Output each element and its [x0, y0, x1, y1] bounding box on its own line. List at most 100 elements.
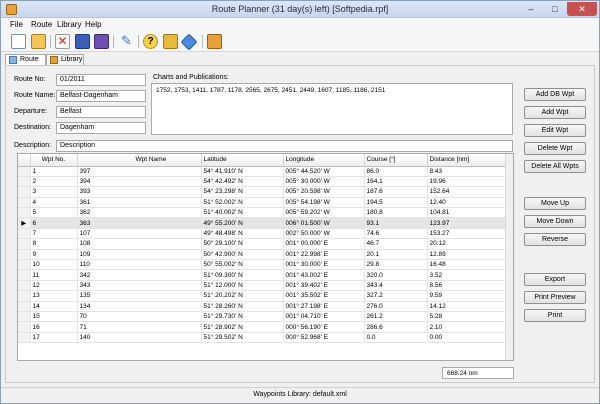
minimize-button[interactable]: – [519, 2, 543, 16]
menu-file[interactable]: File [10, 20, 23, 29]
table-row[interactable]: 8 108 50° 29.100' N 001° 00.000' E 46.7 20.12 [18, 238, 508, 250]
table-cell: 9 [30, 249, 78, 261]
table-row[interactable]: 2 394 54° 42.492' N 005° 30.000' W 164.1 19.9… [18, 176, 508, 188]
table-cell: 135 [77, 290, 202, 302]
delete-wpt-button[interactable]: Delete Wpt [524, 142, 586, 155]
save-as-icon[interactable] [94, 34, 109, 49]
table-cell: 107 [77, 228, 202, 240]
table-cell: 6 [30, 217, 78, 229]
route-panel: Route No: 01/2011 Route Name: Belfast-Da… [5, 65, 595, 383]
table-cell: 001° 35.502' E [283, 290, 365, 302]
column-header[interactable]: Distance [nm] [427, 154, 508, 167]
menu-help[interactable]: Help [85, 20, 101, 29]
close-button[interactable]: ✕ [567, 2, 597, 16]
move-down-button[interactable]: Move Down [524, 215, 586, 228]
table-row[interactable]: 9 109 50° 42.900' N 001° 22.998' E 20.1 12.89 [18, 249, 508, 261]
table-scrollbar[interactable] [505, 154, 513, 360]
departure-field[interactable]: Belfast [56, 106, 146, 118]
table-cell: 54° 23.298' N [201, 186, 284, 198]
charts-textarea[interactable]: 1752, 1753, 1411, 1787, 1178, 2565, 2675… [151, 83, 513, 135]
column-header[interactable]: Wpt No. [30, 154, 78, 167]
table-row[interactable]: 10 110 50° 55.002' N 001° 30.000' E 29.8 16.4… [18, 259, 508, 271]
table-row[interactable]: 16 71 51° 28.902' N 000° 56.190' E 286.6 2.10 [18, 321, 508, 333]
add-db-wpt-button[interactable]: Add DB Wpt [524, 88, 586, 101]
move-up-button[interactable]: Move Up [524, 197, 586, 210]
table-cell: 50° 55.002' N [201, 259, 284, 271]
row-indicator [18, 197, 31, 209]
table-cell: 276.0 [364, 301, 428, 312]
export-button[interactable]: Export [524, 273, 586, 286]
table-row[interactable]: 11 342 51° 09.300' N 001° 43.002' E 320.0 3.5… [18, 269, 508, 281]
add-wpt-button[interactable]: Add Wpt [524, 106, 586, 119]
table-row[interactable]: 5 362 51° 40.002' N 005° 59.202' W 180.8 104.… [18, 207, 508, 219]
reverse-button[interactable]: Reverse [524, 233, 586, 246]
column-header[interactable]: Wpt Name [77, 154, 202, 167]
table-cell: 343.4 [364, 280, 428, 292]
maximize-button[interactable]: □ [543, 2, 567, 16]
table-row[interactable]: 14 134 51° 28.260' N 001° 27.198' E 276.0 14.… [18, 301, 508, 312]
row-indicator [18, 259, 31, 271]
lock-icon[interactable] [163, 34, 178, 49]
table-row[interactable]: 17 140 51° 29.502' N 000° 52.968' E 0.0 0.00 [18, 332, 508, 344]
route-no-field[interactable]: 01/2011 [56, 74, 146, 86]
delete-icon[interactable]: ✕ [55, 34, 70, 49]
table-row[interactable]: 13 135 51° 20.202' N 001° 35.502' E 327.2 9.5… [18, 290, 508, 302]
table-cell: 14 [30, 301, 78, 312]
print-preview-button[interactable]: Print Preview [524, 291, 586, 304]
table-cell: 180.8 [364, 207, 428, 219]
print-button[interactable]: Print [524, 309, 586, 322]
table-cell: 286.6 [364, 321, 428, 333]
table-row[interactable]: 3 393 54° 23.298' N 005° 20.598' W 187.6 152.… [18, 186, 508, 198]
table-cell: 123.97 [427, 217, 508, 229]
menu-route[interactable]: Route [31, 20, 52, 29]
table-row[interactable]: 15 70 51° 29.730' N 001° 04.710' E 261.2 5.28 [18, 311, 508, 323]
route-name-field[interactable]: Belfast-Dagenham [56, 90, 146, 102]
open-icon[interactable] [31, 34, 46, 49]
tab-route-label: Route [20, 56, 39, 63]
table-row[interactable]: 4 361 51° 52.002' N 005° 54.198' W 194.5 12.4… [18, 197, 508, 209]
table-row[interactable]: 1 397 54° 41.910' N 005° 44.520' W 86.0 8.43 [18, 166, 508, 177]
destination-field[interactable]: Dagenham [56, 122, 146, 134]
table-cell: 8 [30, 238, 78, 250]
edit-wpt-button[interactable]: Edit Wpt [524, 124, 586, 137]
row-indicator [18, 186, 31, 198]
description-field[interactable]: Description [56, 140, 513, 152]
status-text: Waypoints Library: default.xml [253, 391, 347, 398]
table-cell: 001° 43.002' E [283, 269, 365, 281]
table-cell: 16 [30, 321, 78, 333]
title-bar: Route Planner (31 day(s) left) [Softpedi… [1, 1, 599, 18]
table-cell: 005° 54.198' W [283, 197, 365, 209]
table-cell: 109 [77, 249, 202, 261]
tab-route[interactable]: Route [5, 54, 46, 65]
tools-icon[interactable]: ✎ [119, 34, 134, 49]
table-cell: 134 [77, 301, 202, 312]
table-cell: 153.27 [427, 228, 508, 240]
table-cell: 001° 04.710' E [283, 311, 365, 323]
help-icon[interactable]: ? [143, 34, 158, 49]
table-cell: 005° 30.000' W [283, 176, 365, 188]
row-indicator [18, 176, 31, 188]
description-label: Description: [14, 142, 51, 149]
book-icon[interactable] [207, 34, 222, 49]
new-icon[interactable] [11, 34, 26, 49]
delete-all-wpts-button[interactable]: Delete All Wpts [524, 160, 586, 173]
compass-icon[interactable] [180, 33, 198, 51]
table-row[interactable]: 7 107 49° 48.498' N 002° 50.000' W 74.6 153.2… [18, 228, 508, 240]
table-cell: 9.59 [427, 290, 508, 302]
column-header[interactable]: Longitude [283, 154, 365, 167]
table-cell: 394 [77, 176, 202, 188]
table-cell: 49° 55.200' N [201, 217, 284, 229]
save-icon[interactable] [75, 34, 90, 49]
tab-library[interactable]: Library [46, 54, 84, 65]
menu-library[interactable]: Library [57, 20, 81, 29]
column-header[interactable]: Latitude [201, 154, 284, 167]
table-cell: 327.2 [364, 290, 428, 302]
row-indicator [18, 280, 31, 292]
row-indicator [18, 290, 31, 302]
table-row[interactable]: ▶ 6 363 49° 55.200' N 006° 01.500' W 93.1 123.… [18, 217, 508, 229]
table-cell: 93.1 [364, 217, 428, 229]
table-row[interactable]: 12 343 51° 12.000' N 001° 39.402' E 343.4 8.5… [18, 280, 508, 292]
table-cell: 17 [30, 332, 78, 344]
column-header[interactable]: Course [°] [364, 154, 428, 167]
table-cell: 342 [77, 269, 202, 281]
